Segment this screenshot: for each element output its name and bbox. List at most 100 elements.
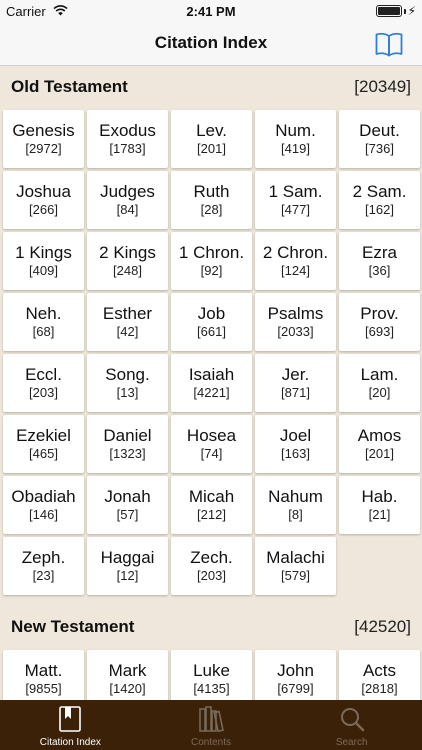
book-name: 1 Sam.: [268, 182, 323, 201]
book-name: John: [277, 661, 314, 680]
book-cell[interactable]: Deut. [736]: [339, 110, 420, 168]
bookmark-book-icon: [59, 706, 82, 732]
book-cell[interactable]: Ruth [28]: [171, 171, 252, 229]
book-cell[interactable]: Joshua [266]: [3, 171, 84, 229]
page-title: Citation Index: [154, 33, 268, 52]
book-citation-count: [201]: [365, 446, 394, 461]
book-cell[interactable]: Jonah [57]: [87, 476, 168, 534]
book-cell[interactable]: Isaiah [4221]: [171, 354, 252, 412]
book-cell[interactable]: 1 Sam. [477]: [255, 171, 336, 229]
book-cell[interactable]: Job [661]: [171, 293, 252, 351]
section-count: [42520]: [354, 617, 411, 636]
book-cell[interactable]: Malachi [579]: [255, 537, 336, 595]
book-citation-count: [661]: [197, 324, 226, 339]
book-cell[interactable]: Zeph. [23]: [3, 537, 84, 595]
book-name: Judges: [100, 182, 155, 201]
book-name: Hab.: [361, 487, 398, 506]
book-cell[interactable]: Acts [2818]: [339, 650, 420, 700]
book-cell[interactable]: 2 Kings [248]: [87, 232, 168, 290]
section-title: Old Testament: [11, 77, 128, 96]
tab-contents[interactable]: Contents: [141, 700, 282, 750]
book-name: Micah: [188, 487, 235, 506]
book-cell[interactable]: Genesis [2972]: [3, 110, 84, 168]
book-cell[interactable]: Lam. [20]: [339, 354, 420, 412]
book-cell[interactable]: Amos [201]: [339, 415, 420, 473]
book-cell[interactable]: 2 Sam. [162]: [339, 171, 420, 229]
book-citation-count: [6799]: [277, 681, 314, 696]
book-citation-count: [203]: [29, 385, 58, 400]
book-cell[interactable]: Psalms [2033]: [255, 293, 336, 351]
book-cell[interactable]: Lev. [201]: [171, 110, 252, 168]
tab-search[interactable]: Search: [281, 700, 422, 750]
book-cell[interactable]: John [6799]: [255, 650, 336, 700]
citation-index-content[interactable]: Old Testament [20349] Genesis [2972] Exodus[…: [0, 67, 422, 700]
book-name: Zeph.: [21, 548, 66, 567]
book-cell[interactable]: Haggai [12]: [87, 537, 168, 595]
book-citation-count: [4135]: [193, 681, 230, 696]
book-cell[interactable]: 2 Chron. [124]: [255, 232, 336, 290]
book-cell[interactable]: Daniel [1323]: [87, 415, 168, 473]
book-name: Song.: [105, 365, 150, 384]
section-header: Old Testament [20349]: [0, 67, 422, 107]
book-cell[interactable]: Ezekiel [465]: [3, 415, 84, 473]
book-name: Obadiah: [11, 487, 76, 506]
book-citation-count: [419]: [281, 141, 310, 156]
book-citation-count: [12]: [116, 568, 139, 583]
book-cell[interactable]: Eccl. [203]: [3, 354, 84, 412]
book-cell[interactable]: Jer. [871]: [255, 354, 336, 412]
book-name: Matt.: [24, 661, 63, 680]
book-citation-count: [203]: [197, 568, 226, 583]
book-name: 1 Kings: [15, 243, 72, 262]
book-name: Zech.: [190, 548, 233, 567]
book-cell[interactable]: Ezra [36]: [339, 232, 420, 290]
book-cell[interactable]: Exodus [1783]: [87, 110, 168, 168]
book-cell[interactable]: Nahum [8]: [255, 476, 336, 534]
book-citation-count: [21]: [368, 507, 391, 522]
tab-bar: Citation Index Contents Search: [0, 700, 422, 750]
book-citation-count: [57]: [116, 507, 139, 522]
book-cell[interactable]: Luke [4135]: [171, 650, 252, 700]
book-citation-count: [871]: [281, 385, 310, 400]
book-name: Jer.: [281, 365, 310, 384]
book-citation-count: [1420]: [109, 681, 146, 696]
book-citation-count: [409]: [29, 263, 58, 278]
book-name: Job: [197, 304, 226, 323]
book-citation-count: [74]: [200, 446, 223, 461]
book-name: Esther: [102, 304, 153, 323]
book-cell[interactable]: Song. [13]: [87, 354, 168, 412]
book-cell[interactable]: Neh. [68]: [3, 293, 84, 351]
book-cell[interactable]: 1 Kings [409]: [3, 232, 84, 290]
book-name: Acts: [362, 661, 397, 680]
book-cell[interactable]: Hab. [21]: [339, 476, 420, 534]
book-citation-count: [68]: [32, 324, 55, 339]
book-citation-count: [212]: [197, 507, 226, 522]
book-cell[interactable]: Mark [1420]: [87, 650, 168, 700]
book-cell[interactable]: Obadiah [146]: [3, 476, 84, 534]
book-cell[interactable]: Num. [419]: [255, 110, 336, 168]
book-citation-count: [266]: [29, 202, 58, 217]
book-cell[interactable]: 1 Chron. [92]: [171, 232, 252, 290]
book-cell[interactable]: Hosea [74]: [171, 415, 252, 473]
book-citation-count: [201]: [197, 141, 226, 156]
book-name: Psalms: [267, 304, 324, 323]
book-name: Neh.: [25, 304, 62, 323]
tab-citation-index[interactable]: Citation Index: [0, 700, 141, 750]
book-cell[interactable]: Esther [42]: [87, 293, 168, 351]
book-name: Prov.: [360, 304, 399, 323]
book-citation-count: [92]: [200, 263, 223, 278]
open-book-icon[interactable]: [374, 29, 404, 59]
book-cell[interactable]: Matt. [9855]: [3, 650, 84, 700]
status-time: 2:41 PM: [186, 4, 236, 19]
book-name: Lev.: [196, 121, 227, 140]
book-citation-count: [1783]: [109, 141, 146, 156]
book-cell[interactable]: Zech. [203]: [171, 537, 252, 595]
book-cell[interactable]: Joel [163]: [255, 415, 336, 473]
book-cell[interactable]: Prov. [693]: [339, 293, 420, 351]
status-bar: Carrier 2:41 PM ⚡: [0, 0, 422, 22]
book-cell[interactable]: Judges [84]: [87, 171, 168, 229]
charging-bolt-icon: ⚡: [407, 4, 416, 18]
book-cell[interactable]: Micah [212]: [171, 476, 252, 534]
book-citation-count: [579]: [281, 568, 310, 583]
book-citation-count: [20]: [368, 385, 391, 400]
